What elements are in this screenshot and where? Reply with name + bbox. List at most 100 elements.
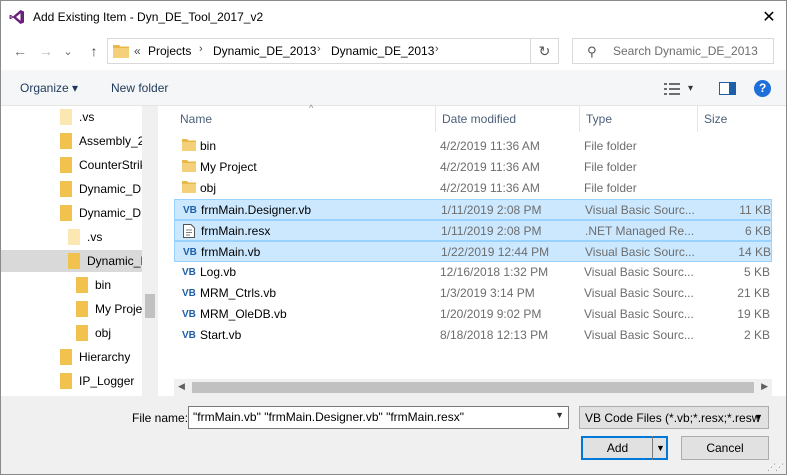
tree-item-dynamic-de-2[interactable]: Dynamic_DE xyxy=(59,202,149,224)
file-name-label: File name: xyxy=(132,411,189,425)
tree-item-hierarchy[interactable]: Hierarchy xyxy=(59,346,130,368)
file-row[interactable]: VB MRM_Ctrls.vb 1/3/2019 3:14 PM Visual Bas… xyxy=(174,283,772,304)
close-button[interactable]: ✕ xyxy=(752,1,786,32)
add-options-dropdown[interactable]: ▼ xyxy=(652,436,668,460)
breadcrumb-projects[interactable]: Projects xyxy=(148,44,191,58)
breadcrumb-separator-icon[interactable]: › xyxy=(435,43,439,55)
folder-icon xyxy=(60,109,72,125)
file-type-select[interactable]: VB Code Files (*.vb;*.resx;*.resw ▼ xyxy=(579,406,769,429)
breadcrumb-dynamic-de-2013[interactable]: Dynamic_DE_2013 xyxy=(213,44,316,58)
tree-item-vs[interactable]: .vs xyxy=(59,106,94,128)
scrollbar-thumb[interactable] xyxy=(192,382,754,393)
view-options-icon[interactable] xyxy=(664,83,680,95)
file-row[interactable]: My Project 4/2/2019 11:36 AM File folder xyxy=(174,157,772,178)
close-icon: ✕ xyxy=(762,8,776,26)
tree-item-assembly[interactable]: Assembly_2 xyxy=(59,130,144,152)
file-date-modified: 1/11/2019 2:08 PM xyxy=(441,203,542,217)
file-list: ^ Name Date modified Type Size bin 4/2/20… xyxy=(162,103,786,396)
tree-item-bin[interactable]: bin xyxy=(75,274,111,296)
file-row[interactable]: VB MRM_OleDB.vb 1/20/2019 9:02 PM Visual Ba… xyxy=(174,304,772,325)
column-header-date[interactable]: Date modified xyxy=(436,106,580,132)
file-type: Visual Basic Sourc... xyxy=(584,265,694,279)
vb-file-icon: VB xyxy=(182,307,198,322)
chevron-down-icon: ▼ xyxy=(754,412,763,422)
file-type: .NET Managed Re... xyxy=(585,224,695,238)
file-name: frmMain.resx xyxy=(201,224,271,238)
tree-item-ip-logger[interactable]: IP_Logger xyxy=(59,370,134,392)
tree-item-counterstrike[interactable]: CounterStrik xyxy=(59,154,146,176)
tree-item-label: Hierarchy xyxy=(79,350,131,364)
column-header-type[interactable]: Type xyxy=(580,106,698,132)
file-type: Visual Basic Sourc... xyxy=(584,286,694,300)
add-existing-item-dialog: Add Existing Item - Dyn_DE_Tool_2017_v2 … xyxy=(0,0,787,475)
column-header-size[interactable]: Size xyxy=(698,106,772,132)
refresh-button[interactable]: ↻ xyxy=(530,39,558,63)
search-box[interactable]: ⚲ Search Dynamic_DE_2013 xyxy=(572,38,774,64)
file-name: Start.vb xyxy=(200,328,242,342)
tree-item-dynamic-de-1[interactable]: Dynamic_DE xyxy=(59,178,149,200)
tree-item-obj[interactable]: obj xyxy=(75,322,111,344)
file-size: 11 KB xyxy=(739,203,771,217)
scrollbar-thumb[interactable] xyxy=(145,294,155,318)
folder-icon xyxy=(76,277,88,293)
address-bar[interactable]: « Projects › Dynamic_DE_2013 › Dynamic_D… xyxy=(107,38,559,64)
file-date-modified: 4/2/2019 11:36 AM xyxy=(440,181,540,195)
preview-pane-icon[interactable] xyxy=(719,82,736,95)
tree-item-label: My Proje xyxy=(95,302,143,316)
folder-icon xyxy=(60,181,72,197)
vb-file-icon: VB xyxy=(182,328,198,343)
breadcrumb-dynamic-de-2013-current[interactable]: Dynamic_DE_2013 xyxy=(331,44,434,58)
tree-item-my-project[interactable]: My Proje xyxy=(75,298,142,320)
file-list-horizontal-scrollbar[interactable]: ◀ ▶ xyxy=(174,379,772,396)
up-button[interactable]: ↑ xyxy=(83,40,105,62)
tree-item-label: Dynamic_I xyxy=(87,254,144,268)
forward-button[interactable]: → xyxy=(35,40,57,62)
scroll-left-icon[interactable]: ◀ xyxy=(178,381,185,392)
tree-item-label: CounterStrik xyxy=(79,158,146,172)
file-row[interactable]: VB frmMain.Designer.vb 1/11/2019 2:08 PM Vi… xyxy=(174,199,772,220)
up-arrow-icon: ↑ xyxy=(90,43,98,59)
file-row[interactable]: obj 4/2/2019 11:36 AM File folder xyxy=(174,178,772,199)
column-header-label: Date modified xyxy=(442,112,517,126)
file-name: bin xyxy=(200,139,217,153)
resize-grip-icon[interactable]: ⋰⋰ xyxy=(767,462,784,473)
breadcrumb-overflow[interactable]: « xyxy=(134,44,141,58)
tree-item-label: Dynamic_DE xyxy=(79,206,150,220)
file-row[interactable]: bin 4/2/2019 11:36 AM File folder xyxy=(174,136,772,157)
svg-text:VB: VB xyxy=(182,309,196,319)
file-name-input[interactable]: "frmMain.vb" "frmMain.Designer.vb" "frmM… xyxy=(188,406,569,429)
navigation-bar: ← → ⌄ ↑ « Projects › Dynamic_DE_2013 › D… xyxy=(1,32,786,70)
file-size: 5 KB xyxy=(743,265,770,279)
file-date-modified: 4/2/2019 11:36 AM xyxy=(440,160,540,174)
cancel-button[interactable]: Cancel xyxy=(681,436,769,460)
file-row[interactable]: VB frmMain.vb 1/22/2019 12:44 PM Visual Bas… xyxy=(174,241,772,262)
tree-item-label: .vs xyxy=(87,230,103,244)
chevron-down-icon[interactable]: ▼ xyxy=(555,410,564,420)
tree-item-dynamic-current[interactable]: Dynamic_I xyxy=(1,250,144,272)
svg-text:VB: VB xyxy=(182,267,196,277)
view-dropdown-icon[interactable]: ▾ xyxy=(688,83,693,94)
file-size: 14 KB xyxy=(738,245,771,259)
file-size: 6 KB xyxy=(744,224,771,238)
file-type: File folder xyxy=(584,181,637,195)
navigation-pane-scrollbar[interactable] xyxy=(142,106,158,396)
svg-text:VB: VB xyxy=(182,288,196,298)
column-header-label: Name xyxy=(180,112,213,126)
tree-item-label: obj xyxy=(95,326,112,340)
file-name: My Project xyxy=(200,160,257,174)
breadcrumb-separator-icon[interactable]: › xyxy=(317,43,321,55)
tree-item-label: Assembly_2 xyxy=(79,134,145,148)
new-folder-button[interactable]: New folder xyxy=(111,81,168,95)
organize-button[interactable]: Organize ▾ xyxy=(20,81,78,95)
file-row[interactable]: VB Start.vb 8/18/2018 12:13 PM Visual Basic… xyxy=(174,325,772,346)
breadcrumb-separator-icon[interactable]: › xyxy=(199,43,203,55)
column-header-name[interactable]: ^ Name xyxy=(174,103,436,132)
back-button[interactable]: ← xyxy=(9,40,31,62)
back-arrow-icon: ← xyxy=(13,43,27,59)
tree-item-vs-sub[interactable]: .vs xyxy=(67,226,102,248)
file-type: File folder xyxy=(584,139,637,153)
file-row[interactable]: VB Log.vb 12/16/2018 1:32 PM Visual Basic S… xyxy=(174,262,772,283)
scroll-right-icon[interactable]: ▶ xyxy=(761,381,768,392)
file-row[interactable]: frmMain.resx 1/11/2019 2:08 PM .NET Manage… xyxy=(174,220,772,241)
recent-locations-button[interactable]: ⌄ xyxy=(61,40,75,62)
